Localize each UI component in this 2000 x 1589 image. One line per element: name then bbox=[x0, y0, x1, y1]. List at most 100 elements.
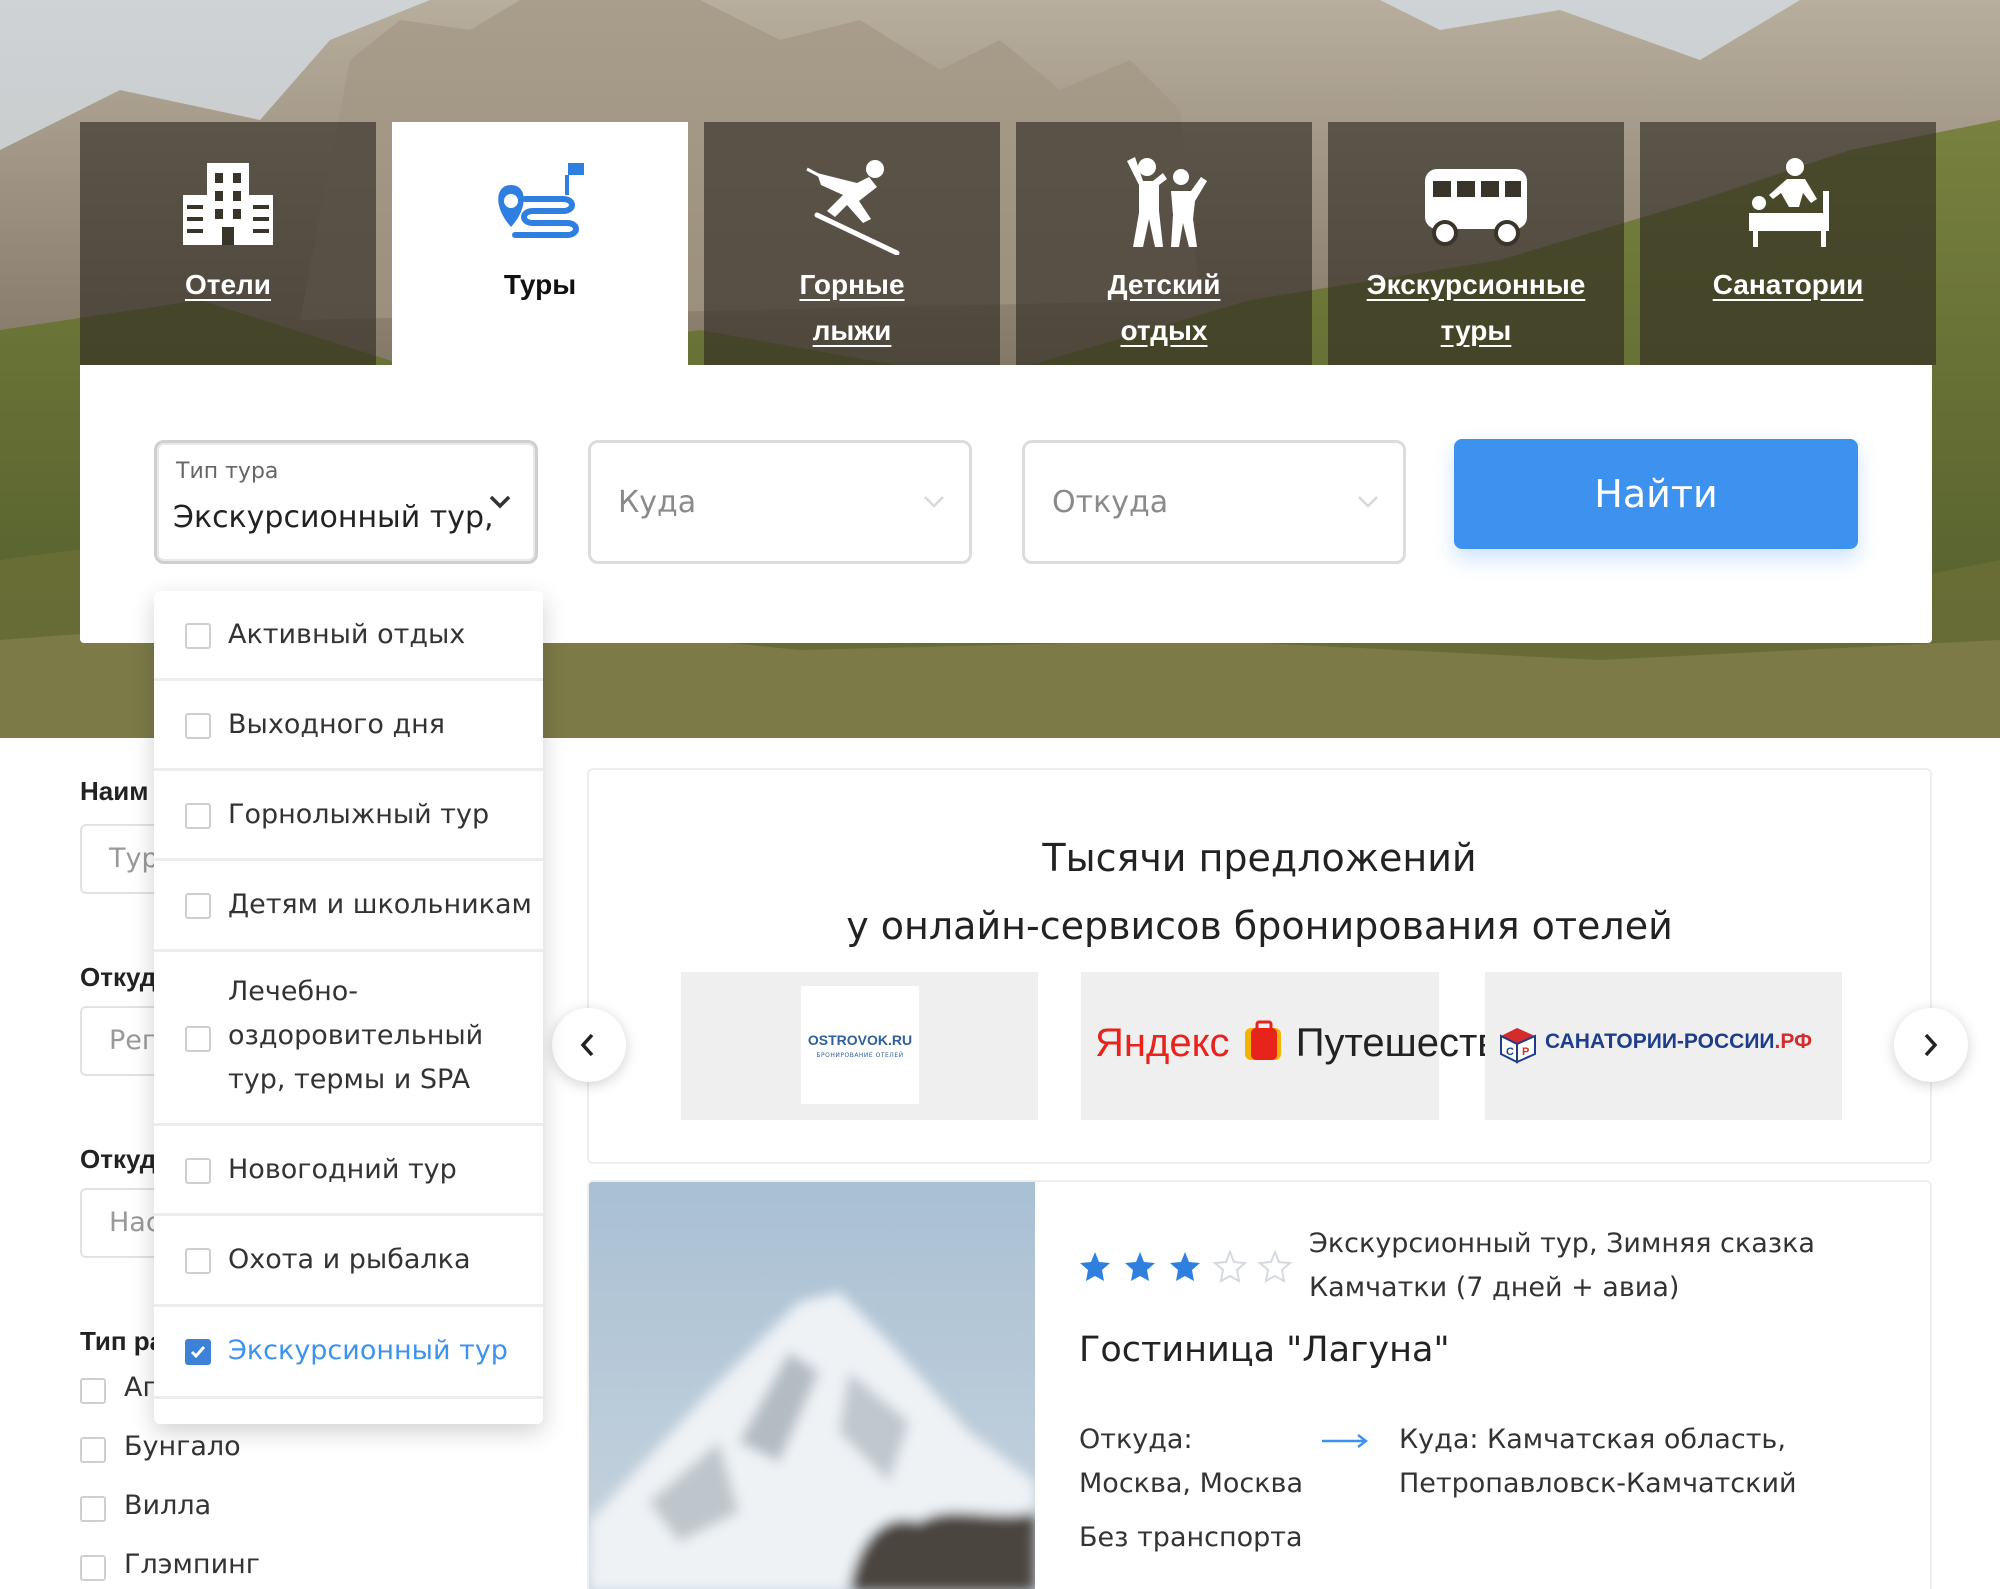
option-checkbox[interactable] bbox=[185, 713, 211, 739]
route-icon bbox=[498, 163, 584, 238]
category-tabs: Отели Туры Горные лыжи Детский отдых Экс… bbox=[80, 122, 1936, 365]
arrow-right-icon bbox=[1322, 1434, 1368, 1448]
tab-kids-label: Детский отдых bbox=[1107, 269, 1221, 346]
partner-ostrovok[interactable]: OSTROVOK.RU БРОНИРОВАНИЕ ОТЕЛЕЙ bbox=[681, 972, 1038, 1120]
partner-yandex-travel[interactable]: Яндекс Путешествия bbox=[1081, 972, 1543, 1120]
dropdown-option[interactable]: Детям и школьникам bbox=[154, 861, 543, 952]
filter-placement-title: Тип ра bbox=[80, 1326, 165, 1356]
partners-title-line2: у онлайн-сервисов бронирования отелей bbox=[846, 904, 1673, 948]
partners-title-line1: Тысячи предложений bbox=[1042, 836, 1477, 880]
dropdown-option[interactable]: Экскурсионный тур bbox=[154, 1307, 543, 1399]
tour-name[interactable]: Экскурсионный тур, Зимняя сказка Камчатк… bbox=[1309, 1222, 1869, 1310]
ostrovok-logo: OSTROVOK.RU БРОНИРОВАНИЕ ОТЕЛЕЙ bbox=[801, 986, 919, 1104]
star-filled-icon bbox=[1080, 1252, 1110, 1281]
sanatorii-name: САНАТОРИИ-РОССИИ bbox=[1545, 1030, 1775, 1053]
sanatorii-logo-text: САНАТОРИИ-РОССИИ.РФ bbox=[1545, 1030, 1812, 1054]
carousel-next-button[interactable] bbox=[1894, 1008, 1968, 1082]
massage-icon bbox=[1749, 158, 1829, 247]
filter-placement-checkbox[interactable] bbox=[80, 1378, 106, 1404]
tour-type-dropdown: Активный отдых Выходного дня Горнолыжный… bbox=[154, 591, 543, 1424]
partners-title: Тысячи предложений у онлайн-сервисов бро… bbox=[589, 824, 1930, 960]
tab-hotels[interactable]: Отели bbox=[80, 122, 376, 365]
tab-excursion-tours-label: Экскурсионные туры bbox=[1366, 269, 1586, 346]
star-empty-icon bbox=[1212, 1250, 1248, 1283]
tab-hotels-label: Отели bbox=[184, 269, 272, 300]
checkmark-icon bbox=[190, 1346, 206, 1359]
option-label: Новогодний тур bbox=[228, 1154, 457, 1185]
option-checkbox[interactable] bbox=[185, 893, 211, 919]
tour-from: Откуда: Москва, Москва bbox=[1079, 1424, 1304, 1499]
chevron-down-icon bbox=[489, 495, 511, 509]
option-checkbox[interactable] bbox=[185, 623, 211, 649]
bus-icon bbox=[1425, 169, 1527, 246]
option-label: Экскурсионный тур bbox=[228, 1335, 508, 1366]
option-checkbox[interactable] bbox=[185, 1158, 211, 1184]
chevron-right-icon bbox=[1924, 1033, 1938, 1057]
origin-placeholder: Откуда bbox=[1052, 485, 1169, 520]
option-checkbox[interactable] bbox=[185, 1026, 211, 1052]
star-filled-icon bbox=[1125, 1252, 1155, 1281]
tour-result-card[interactable]: Экскурсионный тур, Зимняя сказка Камчатк… bbox=[587, 1180, 1932, 1589]
option-label: Лечебно-оздоровительный тур, термы и SPA bbox=[228, 976, 484, 1095]
svg-text:С: С bbox=[1506, 1046, 1514, 1058]
option-label: Горнолыжный тур bbox=[228, 799, 490, 830]
partner-sanatorii[interactable]: С Р САНАТОРИИ-РОССИИ.РФ bbox=[1485, 972, 1842, 1120]
star-empty-icon bbox=[1257, 1250, 1293, 1283]
tab-ski[interactable]: Горные лыжи bbox=[704, 122, 1000, 365]
tour-type-value: Экскурсионный тур, bbox=[173, 500, 494, 535]
tab-excursion-tours[interactable]: Экскурсионные туры bbox=[1328, 122, 1624, 365]
option-checkbox[interactable] bbox=[185, 803, 211, 829]
snowy-mountain-image bbox=[589, 1182, 1035, 1589]
origin-select[interactable]: Откуда bbox=[1022, 440, 1406, 564]
tour-type-label: Тип тура bbox=[176, 459, 279, 484]
chevron-down-icon bbox=[1358, 496, 1378, 508]
filter-placement-checkbox[interactable] bbox=[80, 1555, 106, 1581]
destination-placeholder: Куда bbox=[618, 485, 697, 520]
sanatorii-suffix: .РФ bbox=[1774, 1030, 1813, 1053]
chevron-left-icon bbox=[580, 1033, 594, 1057]
tour-type-select[interactable]: Тип тура Экскурсионный тур, bbox=[154, 440, 538, 564]
option-label: Выходного дня bbox=[228, 709, 446, 740]
transport-info: Без транспорта bbox=[1079, 1522, 1303, 1553]
dropdown-option[interactable]: Активный отдых bbox=[154, 591, 543, 681]
filter-placement-label: Вилла bbox=[124, 1490, 212, 1521]
tab-ski-label: Горные лыжи bbox=[799, 269, 905, 346]
tab-tours[interactable]: Туры bbox=[392, 122, 688, 365]
tab-tours-label: Туры bbox=[503, 269, 577, 300]
star-filled-icon bbox=[1170, 1252, 1200, 1281]
filter-placement-checkbox[interactable] bbox=[80, 1496, 106, 1522]
yandex-brand: Яндекс bbox=[1095, 1021, 1230, 1065]
partners-block: Тысячи предложений у онлайн-сервисов бро… bbox=[587, 768, 1932, 1164]
skier-icon bbox=[806, 160, 900, 255]
option-checkbox-checked[interactable] bbox=[185, 1339, 211, 1365]
dropdown-option[interactable]: Новогодний тур bbox=[154, 1126, 543, 1216]
filter-name-title: Наим bbox=[80, 776, 149, 806]
sanatorii-cube-icon: С Р bbox=[1500, 1028, 1536, 1064]
tour-to: Куда: Камчатская область, Петропавловск-… bbox=[1399, 1424, 1797, 1499]
svg-text:Р: Р bbox=[1522, 1046, 1529, 1058]
option-checkbox[interactable] bbox=[185, 1248, 211, 1274]
option-label: Охота и рыбалка bbox=[228, 1244, 471, 1275]
dropdown-option[interactable]: Выходного дня bbox=[154, 681, 543, 771]
tour-photo[interactable] bbox=[589, 1182, 1035, 1589]
filter-from-title: Откуд bbox=[80, 962, 157, 992]
filter-placement-checkbox[interactable] bbox=[80, 1437, 106, 1463]
tab-kids[interactable]: Детский отдых bbox=[1016, 122, 1312, 365]
carousel-prev-button[interactable] bbox=[552, 1008, 626, 1082]
dropdown-option[interactable]: Охота и рыбалка bbox=[154, 1216, 543, 1307]
tab-sanatoriums-label: Санатории bbox=[1712, 269, 1864, 300]
find-button[interactable]: Найти bbox=[1454, 439, 1858, 549]
children-icon bbox=[1127, 157, 1207, 247]
suitcase-icon bbox=[1244, 1020, 1281, 1060]
ostrovok-name: OSTROVOK.RU bbox=[807, 1032, 913, 1048]
option-label: Активный отдых bbox=[228, 619, 466, 650]
dropdown-option[interactable]: Лечебно-оздоровительный тур, термы и SPA bbox=[154, 952, 543, 1126]
chevron-down-icon bbox=[924, 496, 944, 508]
tab-sanatoriums[interactable]: Санатории bbox=[1640, 122, 1936, 365]
option-label: Детям и школьникам bbox=[228, 889, 532, 920]
hotel-name[interactable]: Гостиница "Лагуна" bbox=[1079, 1330, 1450, 1370]
filter-from2-title: Откуд bbox=[80, 1144, 157, 1174]
dropdown-option[interactable]: Горнолыжный тур bbox=[154, 771, 543, 861]
destination-select[interactable]: Куда bbox=[588, 440, 972, 564]
filter-placement-label: Бунгало bbox=[124, 1431, 241, 1462]
